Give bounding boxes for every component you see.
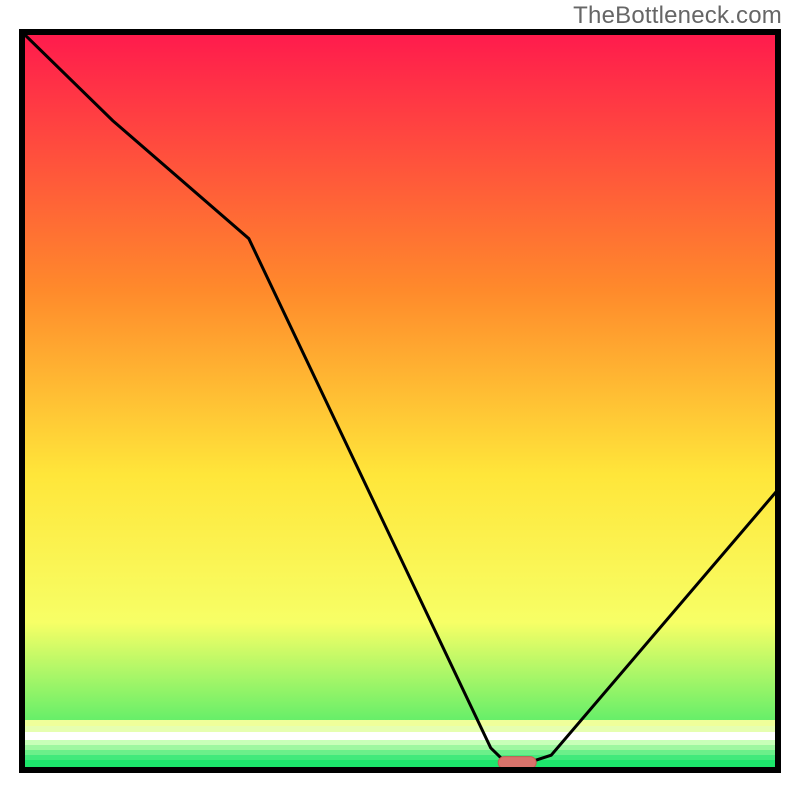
band <box>22 755 778 760</box>
bottom-bands <box>22 720 778 770</box>
band <box>22 745 778 750</box>
band <box>22 720 778 726</box>
band <box>22 732 778 740</box>
gradient-fill <box>22 32 778 770</box>
bottleneck-chart <box>0 0 800 800</box>
optimum-marker <box>498 757 536 769</box>
band <box>22 740 778 745</box>
band <box>22 750 778 755</box>
plot-area <box>22 32 778 770</box>
chart-container: TheBottleneck.com <box>0 0 800 800</box>
band <box>22 726 778 732</box>
